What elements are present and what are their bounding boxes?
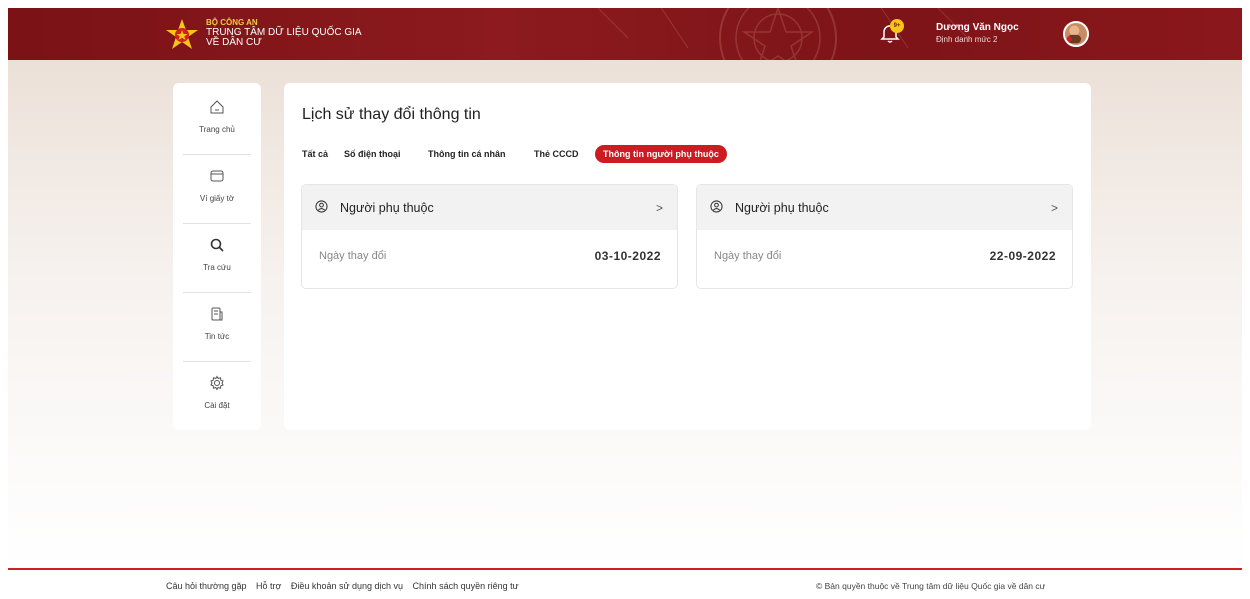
history-card-row: Ngày thay đổi 03-10-2022 [302,230,677,288]
sidebar-item-label: Trang chủ [199,125,235,134]
chevron-right-icon: > [655,201,663,215]
gear-icon [210,375,224,391]
change-date-value: 03-10-2022 [594,249,661,263]
sidebar-item-label: Cài đặt [204,401,230,410]
history-card-header[interactable]: Người phụ thuộc > [697,185,1072,230]
footer-link-faq[interactable]: Câu hỏi thường gặp [166,581,246,591]
home-icon [210,100,224,114]
history-card-header[interactable]: Người phụ thuộc > [302,185,677,230]
sidebar-item-label: Tra cứu [203,263,231,272]
wallet-icon [210,170,224,182]
notification-badge: 9+ [890,19,904,33]
sidebar-item-home[interactable]: Trang chủ [181,83,253,151]
footer-link-terms[interactable]: Điều khoản sử dụng dịch vụ [291,581,403,591]
sidebar-item-settings[interactable]: Cài đặt [181,359,253,427]
copyright-text: © Bản quyền thuộc về Trung tâm dữ liệu Q… [816,581,1046,591]
tab-personal-info[interactable]: Thông tin cá nhân [428,145,506,163]
history-card-title: Người phụ thuộc [340,201,434,215]
sidebar-item-lookup[interactable]: Tra cứu [181,221,253,289]
news-icon [211,307,223,321]
history-card: Người phụ thuộc > Ngày thay đổi 22-09-20… [696,184,1073,289]
org-line-3: VỀ DÂN CƯ [206,37,262,48]
top-header: BỘ CÔNG AN TRUNG TÂM DỮ LIỆU QUỐC GIA VỀ… [8,8,1242,60]
user-level: Định danh mức 2 [936,35,998,44]
main-panel: Lịch sử thay đổi thông tin Tất cả Số điệ… [284,83,1091,430]
footer-link-support[interactable]: Hỗ trợ [256,581,281,591]
tab-dependents[interactable]: Thông tin người phụ thuộc [595,145,727,163]
user-info[interactable]: Dương Văn Ngọc Định danh mức 2 [936,22,1019,46]
tab-phone-number[interactable]: Số điện thoại [344,145,401,163]
search-icon [210,238,224,252]
footer: Câu hỏi thường gặp Hỗ trợ Điều khoản sử … [8,568,1242,599]
sidebar-item-label: Ví giấy tờ [199,194,235,203]
footer-link-privacy[interactable]: Chính sách quyền riêng tư [413,581,519,591]
tab-all[interactable]: Tất cả [302,145,328,163]
history-card: Người phụ thuộc > Ngày thay đổi 03-10-20… [301,184,678,289]
police-emblem-logo [166,19,198,49]
sidebar-item-label: Tin tức [204,332,230,341]
page-frame: BỘ CÔNG AN TRUNG TÂM DỮ LIỆU QUỐC GIA VỀ… [8,8,1242,599]
change-date-label: Ngày thay đổi [714,250,782,262]
page-title: Lịch sử thay đổi thông tin [302,106,481,123]
chevron-right-icon: > [1050,201,1058,215]
avatar[interactable] [1063,21,1089,47]
sidebar-item-news[interactable]: Tin tức [181,290,253,358]
user-name: Dương Văn Ngọc [936,22,1019,33]
change-date-label: Ngày thay đổi [319,250,387,262]
header-drum-pattern [597,8,969,60]
change-date-value: 22-09-2022 [989,249,1056,263]
tab-cccd-card[interactable]: Thẻ CCCD [534,145,579,163]
sidebar-item-wallet[interactable]: Ví giấy tờ [181,152,253,220]
avatar-face-icon [1066,25,1082,44]
footer-links: Câu hỏi thường gặp Hỗ trợ Điều khoản sử … [166,581,526,591]
history-card-title: Người phụ thuộc [735,201,829,215]
sidebar: Trang chủ Ví giấy tờ Tra cứu Tin tức Cài… [173,83,261,430]
user-circle-icon [315,200,328,213]
org-name: BỘ CÔNG AN TRUNG TÂM DỮ LIỆU QUỐC GIA VỀ… [206,18,362,48]
history-card-row: Ngày thay đổi 22-09-2022 [697,230,1072,288]
user-circle-icon [710,200,723,213]
